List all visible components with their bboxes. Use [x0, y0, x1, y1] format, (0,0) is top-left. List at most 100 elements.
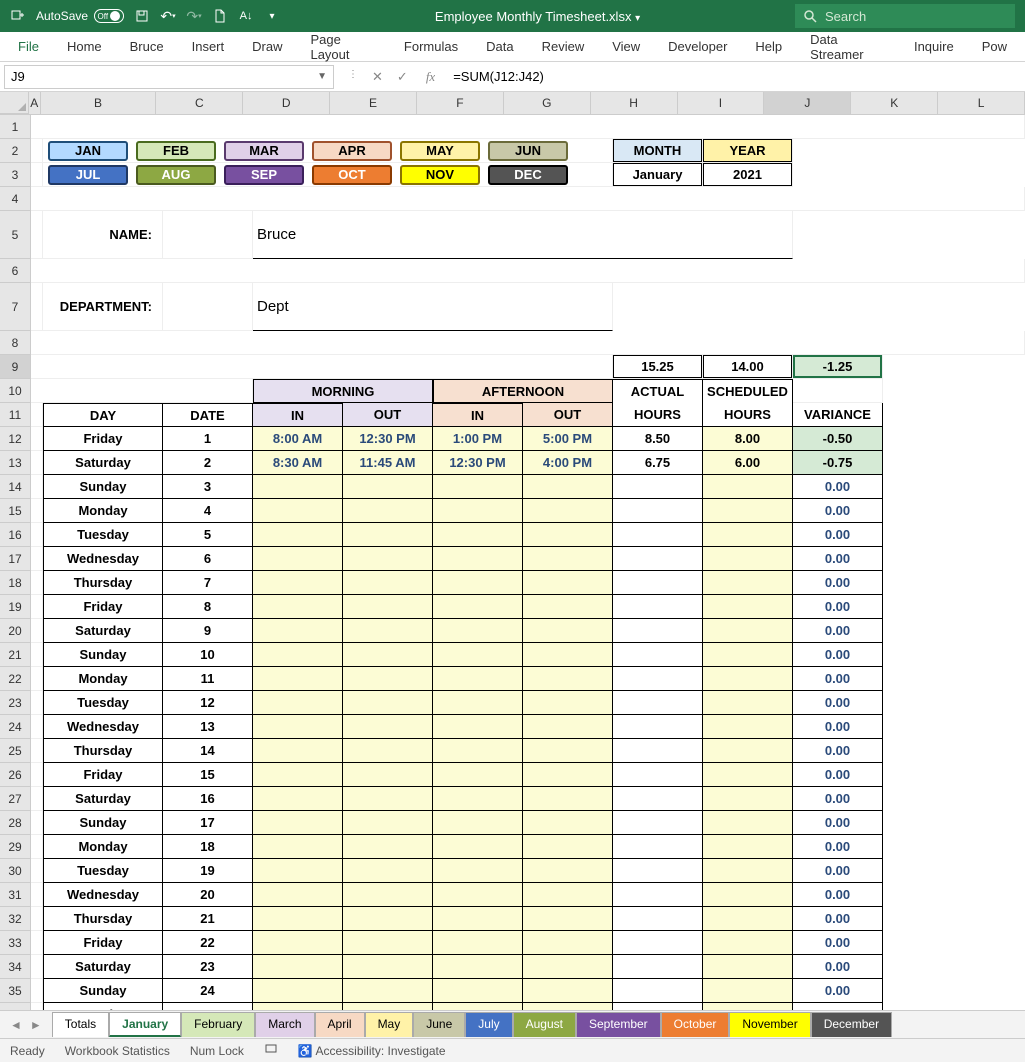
- sheet-tab-april[interactable]: April: [315, 1012, 365, 1037]
- autosave-toggle[interactable]: AutoSave: [36, 9, 124, 23]
- cell-sched-5[interactable]: [703, 523, 793, 547]
- cell-variance-7[interactable]: 0.00: [793, 571, 883, 595]
- cell-date-9[interactable]: 9: [163, 619, 253, 643]
- cell-date-20[interactable]: 20: [163, 883, 253, 907]
- cell-afternoon-out-2[interactable]: 4:00 PM: [523, 451, 613, 475]
- cell-day-24[interactable]: Sunday: [43, 979, 163, 1003]
- cell-sched-7[interactable]: [703, 571, 793, 595]
- cell-afternoon-out-25[interactable]: [523, 1003, 613, 1010]
- cell-variance-23[interactable]: 0.00: [793, 955, 883, 979]
- row-header-15[interactable]: 15: [0, 499, 30, 523]
- sheet-prev-icon[interactable]: ◄: [10, 1018, 22, 1032]
- cell-morning-out-18[interactable]: [343, 835, 433, 859]
- cell-date-7[interactable]: 7: [163, 571, 253, 595]
- cell-afternoon-in-17[interactable]: [433, 811, 523, 835]
- cell-morning-in-5[interactable]: [253, 523, 343, 547]
- cell-morning-out-8[interactable]: [343, 595, 433, 619]
- cell-sched-8[interactable]: [703, 595, 793, 619]
- cell-actual-4[interactable]: [613, 499, 703, 523]
- enter-icon[interactable]: ✓: [393, 67, 412, 87]
- col-header-B[interactable]: B: [41, 92, 157, 114]
- ribbon-tab-developer[interactable]: Developer: [654, 33, 741, 60]
- cell-afternoon-in-14[interactable]: [433, 739, 523, 763]
- cell-afternoon-in-10[interactable]: [433, 643, 523, 667]
- cell-morning-in-19[interactable]: [253, 859, 343, 883]
- month-button-nov[interactable]: NOV: [400, 165, 480, 185]
- ribbon-tab-data[interactable]: Data: [472, 33, 527, 60]
- cell-date-25[interactable]: 25: [163, 1003, 253, 1010]
- sum-var-cell[interactable]: -1.25: [793, 355, 882, 378]
- cell-variance-2[interactable]: -0.75: [793, 451, 883, 475]
- row-header-35[interactable]: 35: [0, 979, 30, 1003]
- row-header-14[interactable]: 14: [0, 475, 30, 499]
- cell-sched-21[interactable]: [703, 907, 793, 931]
- row-header-2[interactable]: 2: [0, 139, 30, 163]
- cell-sched-12[interactable]: [703, 691, 793, 715]
- month-button-dec[interactable]: DEC: [488, 165, 568, 185]
- row-header-36[interactable]: 36: [0, 1003, 30, 1010]
- ribbon-tab-page-layout[interactable]: Page Layout: [296, 26, 389, 68]
- cell-afternoon-in-8[interactable]: [433, 595, 523, 619]
- cell-afternoon-out-17[interactable]: [523, 811, 613, 835]
- sheet-tab-march[interactable]: March: [255, 1012, 314, 1037]
- cell-afternoon-out-12[interactable]: [523, 691, 613, 715]
- row-header-19[interactable]: 19: [0, 595, 30, 619]
- select-all-corner[interactable]: [0, 92, 29, 114]
- cell-morning-in-11[interactable]: [253, 667, 343, 691]
- cell-date-1[interactable]: 1: [163, 427, 253, 451]
- sum-sched-cell[interactable]: 14.00: [703, 355, 792, 378]
- cell-day-3[interactable]: Sunday: [43, 475, 163, 499]
- col-header-H[interactable]: H: [591, 92, 678, 114]
- cell-actual-22[interactable]: [613, 931, 703, 955]
- cell-actual-2[interactable]: 6.75: [613, 451, 703, 475]
- cell-actual-21[interactable]: [613, 907, 703, 931]
- row-header-8[interactable]: 8: [0, 331, 30, 355]
- cell-morning-out-22[interactable]: [343, 931, 433, 955]
- sheet-tab-january[interactable]: January: [109, 1012, 181, 1037]
- cell-sched-17[interactable]: [703, 811, 793, 835]
- cell-sched-6[interactable]: [703, 547, 793, 571]
- cell-date-18[interactable]: 18: [163, 835, 253, 859]
- cell-date-6[interactable]: 6: [163, 547, 253, 571]
- cell-afternoon-in-4[interactable]: [433, 499, 523, 523]
- col-header-I[interactable]: I: [678, 92, 765, 114]
- month-button-jan[interactable]: JAN: [48, 141, 128, 161]
- cell-morning-out-4[interactable]: [343, 499, 433, 523]
- ribbon-tab-bruce[interactable]: Bruce: [116, 33, 178, 60]
- month-header-cell[interactable]: MONTH: [613, 139, 702, 162]
- row-header-13[interactable]: 13: [0, 451, 30, 475]
- cell-day-23[interactable]: Saturday: [43, 955, 163, 979]
- dept-value[interactable]: Dept: [253, 283, 613, 331]
- row-header-1[interactable]: 1: [0, 115, 30, 139]
- cell-morning-in-24[interactable]: [253, 979, 343, 1003]
- cell-date-14[interactable]: 14: [163, 739, 253, 763]
- cell-morning-in-10[interactable]: [253, 643, 343, 667]
- name-box[interactable]: J9▼: [4, 65, 334, 89]
- cell-day-9[interactable]: Saturday: [43, 619, 163, 643]
- cell-morning-in-18[interactable]: [253, 835, 343, 859]
- sheet-tab-november[interactable]: November: [729, 1012, 810, 1037]
- cell-afternoon-out-21[interactable]: [523, 907, 613, 931]
- col-header-L[interactable]: L: [938, 92, 1025, 114]
- cell-afternoon-out-15[interactable]: [523, 763, 613, 787]
- cell-afternoon-in-6[interactable]: [433, 547, 523, 571]
- cell-sched-14[interactable]: [703, 739, 793, 763]
- cell-afternoon-out-22[interactable]: [523, 931, 613, 955]
- cell-date-12[interactable]: 12: [163, 691, 253, 715]
- undo-icon[interactable]: ↶▾: [160, 8, 176, 24]
- cell-afternoon-out-20[interactable]: [523, 883, 613, 907]
- cell-morning-out-19[interactable]: [343, 859, 433, 883]
- cell-afternoon-out-18[interactable]: [523, 835, 613, 859]
- cell-date-10[interactable]: 10: [163, 643, 253, 667]
- row-header-3[interactable]: 3: [0, 163, 30, 187]
- row-header-22[interactable]: 22: [0, 667, 30, 691]
- cell-actual-7[interactable]: [613, 571, 703, 595]
- cell-day-10[interactable]: Sunday: [43, 643, 163, 667]
- cell-morning-in-23[interactable]: [253, 955, 343, 979]
- row-header-34[interactable]: 34: [0, 955, 30, 979]
- cell-afternoon-out-1[interactable]: 5:00 PM: [523, 427, 613, 451]
- cell-morning-out-2[interactable]: 11:45 AM: [343, 451, 433, 475]
- cell-morning-in-7[interactable]: [253, 571, 343, 595]
- cell-morning-out-21[interactable]: [343, 907, 433, 931]
- month-button-apr[interactable]: APR: [312, 141, 392, 161]
